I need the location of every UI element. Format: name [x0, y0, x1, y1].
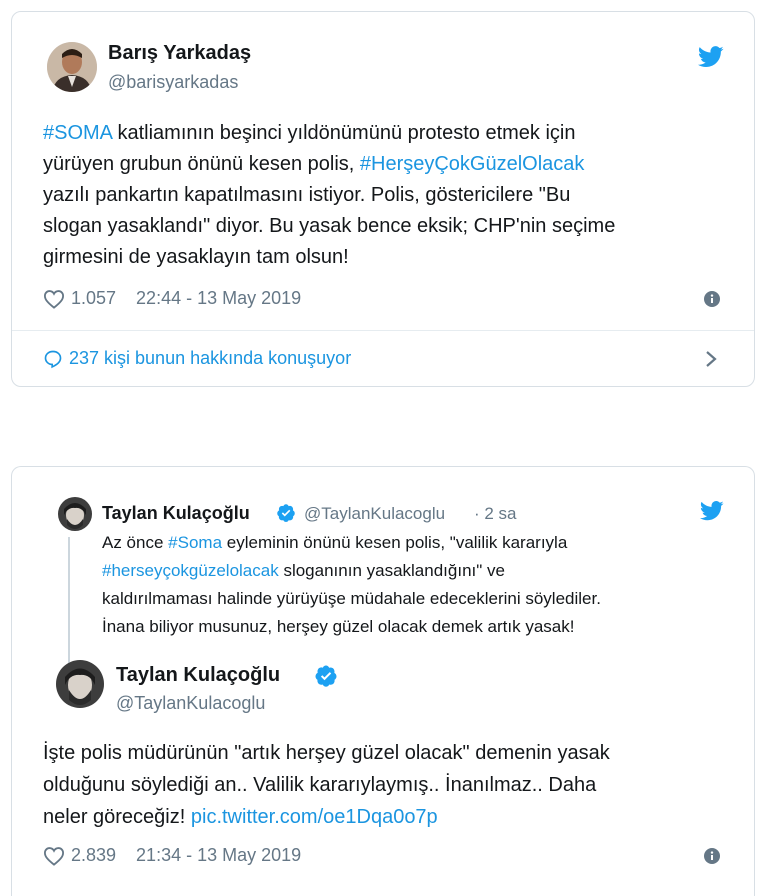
avatar[interactable]: [47, 42, 97, 92]
timestamp[interactable]: 22:44 - 13 May 2019: [136, 288, 301, 309]
tweet-meta: 2.839 21:34 - 13 May 2019: [43, 845, 301, 866]
verified-badge-icon: [315, 665, 337, 687]
tweet-text-line-1: #SOMA katliamının beşinci yıldönümünü pr…: [43, 122, 576, 144]
quoted-tweet-age[interactable]: · 2 sa: [474, 504, 517, 524]
tweet-text-line-3: neler göreceğiz! pic.twitter.com/oe1Dqa0…: [43, 806, 438, 828]
pic-link[interactable]: pic.twitter.com/oe1Dqa0o7p: [191, 806, 438, 828]
quoted-author-name[interactable]: Taylan Kulaçoğlu: [102, 503, 250, 524]
quoted-text-line-3: kaldırılmaması halinde yürüyüşe müdahale…: [102, 589, 601, 608]
avatar[interactable]: [56, 660, 104, 708]
twitter-bird-icon[interactable]: [700, 501, 724, 521]
twitter-bird-icon[interactable]: [698, 46, 724, 68]
tweet-text-line-3: yazılı pankartın kapatılmasını istiyor. …: [43, 184, 571, 206]
tweet-text-line-5: girmesini de yasaklayın tam olsun!: [43, 246, 349, 268]
quoted-text-line-2: #herseyçokgüzelolacak sloganının yasakla…: [102, 561, 505, 580]
author-name[interactable]: Barış Yarkadaş: [108, 42, 251, 65]
conversation-count[interactable]: 237 kişi bunun hakkında konuşuyor: [69, 348, 351, 369]
divider: [12, 330, 754, 331]
hashtag-soma[interactable]: #SOMA: [43, 122, 112, 144]
like-count[interactable]: 1.057: [71, 288, 116, 309]
quoted-author-handle[interactable]: @TaylanKulacoglu: [304, 504, 445, 524]
verified-badge-icon: [277, 504, 295, 522]
hashtag-soma[interactable]: #Soma: [168, 533, 222, 552]
avatar-small[interactable]: [58, 497, 92, 531]
timestamp[interactable]: 21:34 - 13 May 2019: [136, 845, 301, 866]
like-count[interactable]: 2.839: [71, 845, 116, 866]
hashtag-herseycokguzelolacak[interactable]: #HerşeyÇokGüzelOlacak: [360, 153, 585, 175]
author-handle[interactable]: @TaylanKulacoglu: [116, 693, 265, 714]
tweet-card-barisyarkadas: Barış Yarkadaş @barisyarkadas #SOMA katl…: [11, 11, 755, 387]
quoted-text-line-1: Az önce #Soma eyleminin önünü kesen poli…: [102, 533, 568, 552]
thread-line: [68, 537, 70, 677]
conversation-link[interactable]: 237 kişi bunun hakkında konuşuyor: [43, 348, 351, 369]
tweet-meta: 1.057 22:44 - 13 May 2019: [43, 288, 301, 309]
tweet-text-line-1: İşte polis müdürünün "artık herşey güzel…: [43, 742, 610, 764]
tweet-card-taylankulacoglu: Taylan Kulaçoğlu @TaylanKulacoglu · 2 sa…: [11, 466, 755, 896]
chevron-right-icon[interactable]: [704, 349, 718, 369]
author-handle[interactable]: @barisyarkadas: [108, 72, 238, 93]
info-icon[interactable]: [704, 848, 720, 864]
heart-icon[interactable]: [43, 289, 65, 309]
author-name[interactable]: Taylan Kulaçoğlu: [116, 664, 280, 687]
speech-bubble-icon: [44, 350, 62, 368]
tweet-text-line-4: slogan yasaklandı" diyor. Bu yasak bence…: [43, 215, 616, 237]
info-icon[interactable]: [704, 291, 720, 307]
heart-icon[interactable]: [43, 846, 65, 866]
quoted-text-line-4: İnana biliyor musunuz, herşey güzel olac…: [102, 617, 575, 636]
hashtag-herseycokguzelolacak[interactable]: #herseyçokgüzelolacak: [102, 561, 279, 580]
tweet-text-line-2: yürüyen grubun önünü kesen polis, #Herşe…: [43, 153, 585, 175]
tweet-text-line-2: olduğunu söylediği an.. Valilik kararıyl…: [43, 774, 597, 796]
